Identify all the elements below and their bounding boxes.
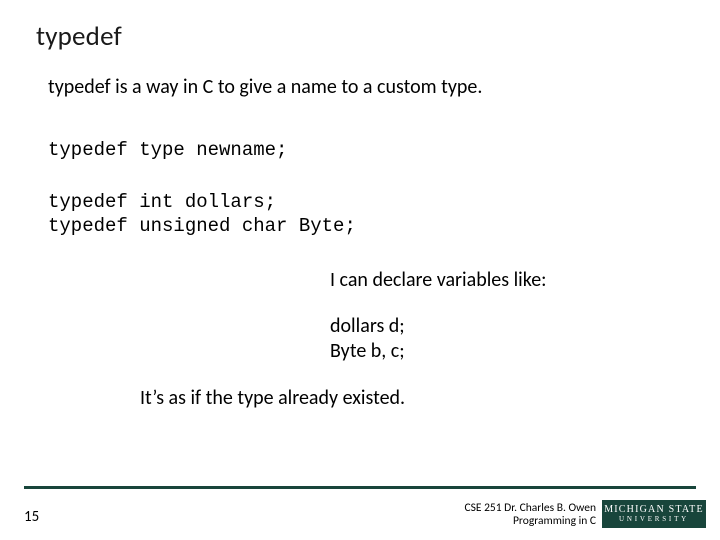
code-line: typedef unsigned char Byte;	[48, 215, 680, 239]
logo-line: UNIVERSITY	[619, 516, 689, 523]
code-line: typedef int dollars;	[48, 191, 680, 215]
declare-heading: I can declare variables like:	[0, 238, 720, 292]
var-examples: dollars d; Byte b, c;	[0, 292, 720, 364]
msu-logo: MICHIGAN STATE UNIVERSITY	[602, 500, 706, 528]
code-syntax: typedef type newname;	[0, 99, 720, 163]
footer: 15 CSE 251 Dr. Charles B. Owen Programmi…	[0, 486, 720, 526]
credit-line: CSE 251 Dr. Charles B. Owen	[464, 502, 596, 515]
footer-divider	[24, 486, 696, 489]
code-examples: typedef int dollars; typedef unsigned ch…	[0, 163, 720, 239]
conclusion-text: It’s as if the type already existed.	[0, 364, 720, 410]
page-number: 15	[24, 508, 39, 526]
credit-line: Programming in C	[464, 515, 596, 528]
logo-line: MICHIGAN STATE	[604, 505, 704, 516]
var-line: dollars d;	[330, 314, 680, 339]
var-line: Byte b, c;	[330, 339, 680, 364]
slide-title: typedef	[0, 20, 720, 53]
credit-block: CSE 251 Dr. Charles B. Owen Programming …	[464, 502, 596, 528]
slide: typedef typedef is a way in C to give a …	[0, 0, 720, 540]
slide-subtitle: typedef is a way in C to give a name to …	[0, 53, 720, 99]
